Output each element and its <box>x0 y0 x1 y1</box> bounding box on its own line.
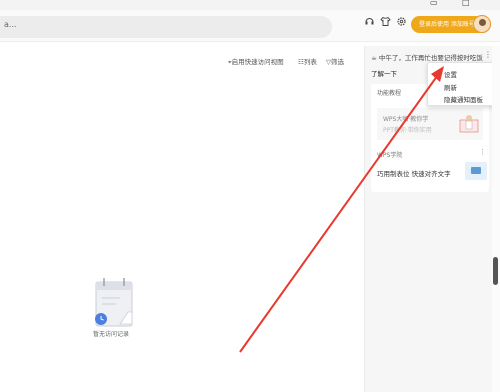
wps-academy-card[interactable]: WPS学院 ⋮ 巧用制表位 快速对齐文字 <box>371 146 489 192</box>
search-input[interactable]: a... <box>0 16 332 38</box>
app-window: ▭ □ a... 登录后使用 添加账号 ⌖启用快速访问视图 ☷列表 ▽筛选 ☕ … <box>0 0 500 392</box>
menu-item-settings[interactable]: 设置 <box>444 69 457 79</box>
tutorial-subtitle: PPT教你·带你实用 <box>383 127 432 134</box>
card-title: 功能教程 <box>377 90 402 97</box>
more-options-icon[interactable]: ⋮ <box>484 50 492 60</box>
settings-icon[interactable] <box>396 16 407 27</box>
empty-state-caption: 暂无访问记录 <box>93 331 130 338</box>
card2-text: 巧用制表位 快速对齐文字 <box>377 170 451 178</box>
coffee-icon: ☕ <box>371 54 377 62</box>
scrollbar-track[interactable] <box>492 46 500 392</box>
tutorial-title: WPS大咖·教你学 <box>383 116 429 123</box>
tutorial-illustration <box>459 115 479 133</box>
learn-more-link[interactable]: 了解一下 <box>371 68 397 78</box>
maximize-icon[interactable]: □ <box>462 0 470 8</box>
tshirt-icon[interactable] <box>380 16 391 27</box>
context-menu: 设置 刷新 隐藏通知面板 <box>427 62 495 106</box>
restore-icon[interactable]: ▭ <box>430 0 438 8</box>
list-view-button[interactable]: ☷列表 <box>298 56 317 66</box>
avatar[interactable] <box>473 15 491 33</box>
search-placeholder: a... <box>4 20 17 29</box>
tutorial-item[interactable]: WPS大咖·教你学 PPT教你·带你实用 <box>377 108 483 140</box>
quick-access-toggle[interactable]: ⌖启用快速访问视图 <box>228 56 284 67</box>
video-icon <box>465 162 487 180</box>
menu-item-refresh[interactable]: 刷新 <box>444 82 457 92</box>
greeting-text: ☕ 中午了，工作再忙也要记得按时吃饭 <box>371 54 483 62</box>
headset-icon[interactable] <box>364 16 375 27</box>
scrollbar-thumb[interactable] <box>493 257 498 285</box>
menu-item-hide-panel[interactable]: 隐藏通知面板 <box>444 94 483 104</box>
title-bar: ▭ □ <box>0 0 500 10</box>
card2-more-icon[interactable]: ⋮ <box>479 148 486 156</box>
filter-button[interactable]: ▽筛选 <box>326 56 344 66</box>
card2-title: WPS学院 <box>377 152 403 159</box>
